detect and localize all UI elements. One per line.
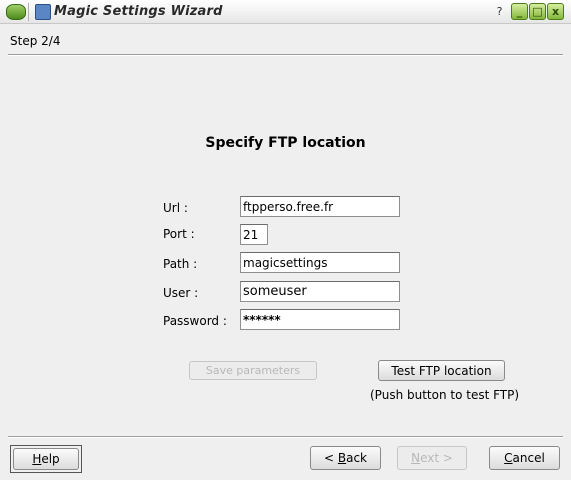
titlebar-separator bbox=[28, 3, 29, 21]
test-ftp-hint: (Push button to test FTP) bbox=[370, 388, 520, 402]
cancel-button[interactable]: Cancel bbox=[489, 446, 560, 470]
page-title: Specify FTP location bbox=[205, 135, 366, 151]
path-label: Path : bbox=[163, 257, 198, 271]
password-label: Password : bbox=[163, 314, 227, 328]
back-label-rest: ack bbox=[346, 451, 367, 465]
window-titlebar[interactable]: Magic Settings Wizard ? _ □ x bbox=[0, 0, 571, 24]
back-mnemonic: B bbox=[337, 451, 347, 465]
cancel-label-rest: ancel bbox=[512, 451, 545, 465]
next-button[interactable]: Next > bbox=[397, 446, 467, 470]
bottom-divider bbox=[8, 436, 563, 438]
window-title: Magic Settings Wizard bbox=[54, 4, 223, 19]
top-divider bbox=[8, 54, 563, 56]
app-menu-icon[interactable] bbox=[6, 4, 26, 20]
maximize-icon[interactable]: □ bbox=[529, 3, 546, 20]
port-input[interactable] bbox=[240, 224, 268, 245]
user-input[interactable] bbox=[240, 281, 400, 302]
url-label: Url : bbox=[163, 201, 188, 215]
save-parameters-button[interactable]: Save parameters bbox=[189, 361, 317, 380]
path-input[interactable] bbox=[240, 252, 400, 273]
url-input[interactable] bbox=[240, 196, 400, 217]
help-label-rest: elp bbox=[41, 452, 60, 466]
test-ftp-location-button[interactable]: Test FTP location bbox=[378, 360, 505, 381]
help-question-icon[interactable]: ? bbox=[491, 3, 508, 20]
minimize-icon[interactable]: _ bbox=[511, 3, 528, 20]
next-label-rest: ext > bbox=[420, 451, 453, 465]
step-indicator: Step 2/4 bbox=[10, 34, 61, 48]
cancel-mnemonic: C bbox=[504, 451, 513, 465]
help-mnemonic: H bbox=[32, 452, 42, 466]
port-label: Port : bbox=[163, 227, 195, 241]
close-icon[interactable]: x bbox=[547, 3, 564, 20]
back-label-prefix: < bbox=[323, 451, 338, 465]
back-button[interactable]: < Back bbox=[310, 446, 381, 470]
help-button[interactable]: Help bbox=[13, 448, 79, 470]
user-label: User : bbox=[163, 286, 199, 300]
window-icon bbox=[35, 4, 51, 20]
next-mnemonic: N bbox=[411, 451, 421, 465]
password-input[interactable] bbox=[240, 309, 400, 330]
